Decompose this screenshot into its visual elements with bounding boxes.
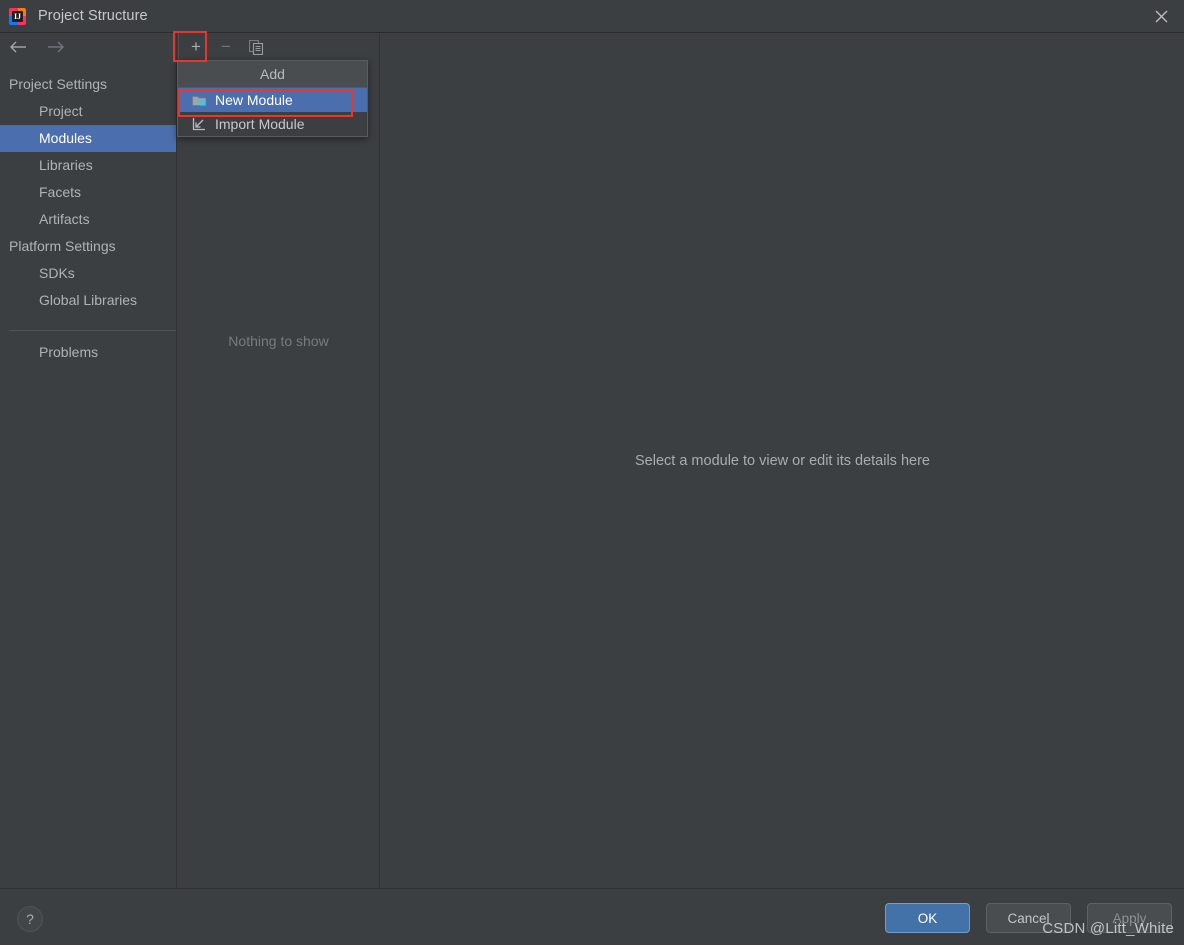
add-dropdown-menu: Add New Module Import Module <box>177 60 368 137</box>
settings-sidebar: Project Settings Project Modules Librari… <box>0 33 177 888</box>
toolbar-left-divider <box>178 33 179 61</box>
window-title: Project Structure <box>38 8 148 24</box>
ok-button[interactable]: OK <box>885 903 970 933</box>
sidebar-item-facets[interactable]: Facets <box>0 179 176 206</box>
settings-nav-list: Project Settings Project Modules Librari… <box>0 71 176 366</box>
add-module-button[interactable]: + <box>183 36 209 58</box>
menu-item-import-module[interactable]: Import Module <box>178 112 367 136</box>
sidebar-nav-buttons <box>0 33 176 61</box>
arrow-left-icon[interactable] <box>8 36 30 58</box>
project-structure-dialog: IJ Project Structure Project Settings Pr… <box>0 0 1184 945</box>
sidebar-item-problems[interactable]: Problems <box>0 339 176 366</box>
new-folder-icon <box>191 92 207 108</box>
sidebar-item-modules[interactable]: Modules <box>0 125 176 152</box>
menu-item-new-module[interactable]: New Module <box>178 88 367 112</box>
arrow-right-icon[interactable] <box>44 36 66 58</box>
dialog-footer: ? OK Cancel Apply <box>0 888 1184 945</box>
sidebar-group-project-settings: Project Settings <box>9 76 108 92</box>
import-arrow-icon <box>191 116 207 132</box>
dialog-button-row: OK Cancel Apply <box>885 903 1172 933</box>
modules-toolbar: + − <box>178 33 379 61</box>
sidebar-item-artifacts[interactable]: Artifacts <box>0 206 176 233</box>
sidebar-group-platform-settings: Platform Settings <box>9 238 116 254</box>
help-button[interactable]: ? <box>17 906 43 932</box>
apply-button[interactable]: Apply <box>1087 903 1172 933</box>
modules-empty-message: Nothing to show <box>228 333 329 349</box>
close-icon[interactable] <box>1138 0 1184 32</box>
module-detail-panel: Select a module to view or edit its deta… <box>381 33 1184 888</box>
sidebar-divider <box>9 330 176 331</box>
sidebar-item-libraries[interactable]: Libraries <box>0 152 176 179</box>
title-bar: IJ Project Structure <box>0 0 1184 33</box>
sidebar-item-global-libraries[interactable]: Global Libraries <box>0 287 176 314</box>
detail-placeholder-message: Select a module to view or edit its deta… <box>635 453 930 469</box>
menu-item-new-module-label: New Module <box>215 92 293 108</box>
dropdown-header-add: Add <box>178 61 367 88</box>
menu-item-import-module-label: Import Module <box>215 116 305 132</box>
copy-module-button[interactable] <box>243 36 269 58</box>
sidebar-item-project[interactable]: Project <box>0 98 176 125</box>
modules-panel: + − Nothing to show <box>178 33 380 888</box>
sidebar-item-sdks[interactable]: SDKs <box>0 260 176 287</box>
remove-module-button[interactable]: − <box>213 36 239 58</box>
intellij-idea-logo-icon: IJ <box>9 7 26 25</box>
cancel-button[interactable]: Cancel <box>986 903 1071 933</box>
